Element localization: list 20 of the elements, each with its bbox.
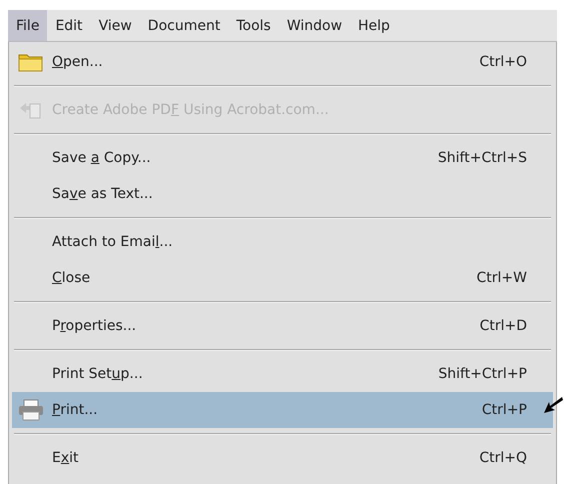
menu-item[interactable]: Print Setup... Shift+Ctrl+P (12, 356, 553, 392)
menu-item[interactable]: Print... Ctrl+P (12, 392, 553, 428)
menu-bar-item[interactable]: File (8, 10, 48, 41)
menu-item[interactable]: Save a Copy... Shift+Ctrl+S (12, 140, 553, 176)
menu-item[interactable]: Open... Ctrl+O (12, 44, 553, 80)
menu-bar-item[interactable]: View (90, 10, 140, 41)
menu-bar-item[interactable]: Edit (47, 10, 91, 41)
menu-bar-item[interactable]: Window (278, 10, 350, 41)
menu-bar-item[interactable]: Document (140, 10, 228, 41)
folder-icon (18, 52, 44, 72)
menu-item[interactable]: Save as Text... (12, 176, 553, 212)
document-icon (18, 100, 42, 120)
menu-bar-item[interactable]: Tools (228, 10, 279, 41)
menu-item[interactable]: Attach to Email... (12, 224, 553, 260)
menu-bar-item[interactable]: Help (350, 10, 398, 41)
menu-item[interactable]: Exit Ctrl+Q (12, 440, 553, 476)
menu-item[interactable]: Close Ctrl+W (12, 260, 553, 296)
menu-item[interactable]: Properties... Ctrl+D (12, 308, 553, 344)
printer-icon (18, 399, 44, 421)
arrow-icon (543, 396, 563, 414)
